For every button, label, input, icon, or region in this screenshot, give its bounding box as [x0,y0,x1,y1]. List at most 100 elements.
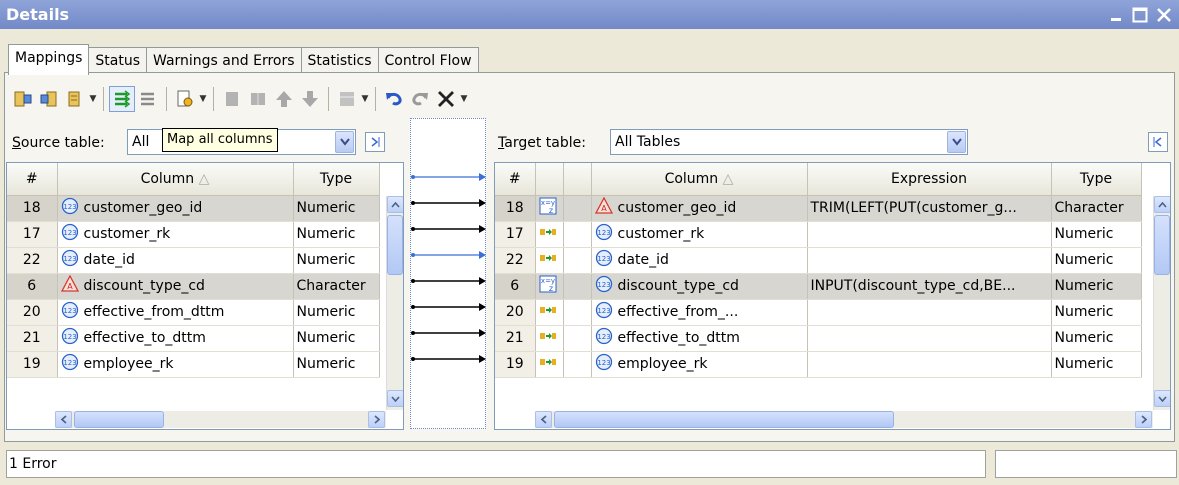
scroll-left-icon[interactable] [535,411,552,428]
move-down-icon[interactable] [297,86,323,112]
target-col-mapping[interactable] [535,163,564,196]
target-hscroll-thumb[interactable] [554,411,894,428]
table-row[interactable]: 19 123 employee_rk Numeric [7,351,380,378]
target-vertical-scrollbar[interactable] [1153,196,1170,410]
expression-cell[interactable]: INPUT(discount_type_cd,BE... [807,273,1052,300]
source-col-type[interactable]: Type [293,163,380,196]
mapping-line[interactable] [411,251,486,259]
tab-statistics[interactable]: Statistics [300,47,379,74]
expression-cell[interactable] [807,325,1052,352]
scroll-down-icon[interactable] [387,390,403,407]
table-row[interactable]: 21 123 effective_to_dttm Numeric [495,325,1142,352]
minimize-button[interactable] [1107,6,1125,24]
columns-menu-icon[interactable] [62,86,88,112]
source-col-column[interactable]: Column △ [57,163,294,196]
expand-right-icon[interactable] [365,132,385,152]
source-vertical-scrollbar[interactable] [386,196,403,410]
tab-control-flow[interactable]: Control Flow [377,47,479,74]
undo-icon[interactable] [381,86,407,112]
mapping-line[interactable] [411,225,486,233]
table-row[interactable]: 6 Adiscount_type_cd Character [7,273,380,300]
toolbar-separator [103,87,104,111]
character-type-icon: A [60,274,79,297]
tab-warnings-and-errors[interactable]: Warnings and Errors [146,47,302,74]
chevron-down-icon[interactable]: ▼ [459,94,469,104]
mapping-line[interactable] [411,199,486,207]
export-columns-icon[interactable] [36,86,62,112]
table-row[interactable]: 22 123 date_id Numeric [495,247,1142,274]
scroll-left-icon[interactable] [55,411,72,428]
scroll-right-icon[interactable] [1135,411,1152,428]
table-row[interactable]: 18 x=y z Acustomer_geo_id TRIM(LEFT(PUT(cust… [495,195,1142,222]
source-horizontal-scrollbar[interactable] [55,411,386,428]
column-name-cell: Adiscount_type_cd [57,273,294,300]
source-hscroll-thumb[interactable] [74,411,164,428]
expand-left-icon[interactable] [1148,132,1168,152]
expression-cell[interactable]: TRIM(LEFT(PUT(customer_g... [807,195,1052,222]
map-all-columns-icon[interactable] [109,86,135,112]
mapping-line[interactable] [411,173,486,181]
mapping-line[interactable] [411,329,486,337]
column-type: Character [1051,195,1142,222]
expression-cell[interactable] [807,351,1052,378]
chevron-down-icon[interactable]: ▼ [88,94,98,104]
scroll-right-icon[interactable] [368,411,385,428]
import-columns-icon[interactable] [10,86,36,112]
table-row[interactable]: 21 123 effective_to_dttm Numeric [7,325,380,352]
chevron-down-icon[interactable] [335,131,354,153]
close-button[interactable] [1155,6,1173,24]
scroll-up-icon[interactable] [387,196,403,213]
target-col-column[interactable]: Column △ [591,163,808,196]
source-vscroll-thumb[interactable] [387,215,403,275]
scroll-up-icon[interactable] [1154,196,1170,213]
mapping-line[interactable] [411,303,486,311]
numeric-type-icon: 123 [595,327,613,349]
expression-cell[interactable] [807,221,1052,248]
row-number: 21 [495,325,536,352]
expression-cell[interactable] [807,247,1052,274]
column-name-cell: 123 effective_from_... [591,299,808,326]
target-col-num[interactable]: # [495,163,536,196]
table-row[interactable]: 6 x=y z 123 discount_type_cd INPUT(discount_t… [495,273,1142,300]
source-table-label: Source table: [12,135,105,151]
tab-mappings[interactable]: Mappings [8,44,90,75]
table-row[interactable]: 19 123 employee_rk Numeric [495,351,1142,378]
table-row[interactable]: 22 123 date_id Numeric [7,247,380,274]
row-number: 17 [495,221,536,248]
mapping-line[interactable] [411,355,486,363]
expression-cell[interactable] [807,299,1052,326]
properties-icon[interactable] [172,86,198,112]
column-name-cell: 123 employee_rk [57,351,294,378]
scroll-down-icon[interactable] [1154,390,1170,407]
column-name-cell: 123 customer_geo_id [57,195,294,222]
redo-icon[interactable] [407,86,433,112]
column-name-cell: 123 effective_to_dttm [57,325,294,352]
target-col-status[interactable] [563,163,592,196]
maximize-button[interactable] [1131,6,1149,24]
tab-status[interactable]: Status [88,47,147,74]
svg-text:z: z [548,284,552,293]
table-row[interactable]: 20 123 effective_from_dttm Numeric [7,299,380,326]
unmap-all-columns-icon[interactable] [135,86,161,112]
source-col-num[interactable]: # [7,163,58,196]
target-vscroll-thumb[interactable] [1154,215,1170,275]
target-table-label: Target table: [498,135,586,151]
table-row[interactable]: 18 123 customer_geo_id Numeric [7,195,380,222]
target-col-expression[interactable]: Expression [807,163,1052,196]
delete-column-icon[interactable] [219,86,245,112]
chevron-down-icon[interactable] [947,131,966,153]
delete-icon[interactable] [433,86,459,112]
mapping-line[interactable] [411,277,486,285]
table-row[interactable]: 17 123 customer_rk Numeric [7,221,380,248]
column-name: customer_geo_id [617,200,737,216]
table-row[interactable]: 17 123 customer_rk Numeric [495,221,1142,248]
table-row[interactable]: 20 123 effective_from_... Numeric [495,299,1142,326]
new-column-icon[interactable] [245,86,271,112]
target-horizontal-scrollbar[interactable] [535,411,1153,428]
grid-options-icon[interactable] [334,86,360,112]
move-up-icon[interactable] [271,86,297,112]
target-table-combo[interactable]: All Tables [610,129,968,155]
chevron-down-icon[interactable]: ▼ [198,94,208,104]
target-col-type[interactable]: Type [1051,163,1142,196]
chevron-down-icon[interactable]: ▼ [360,94,370,104]
